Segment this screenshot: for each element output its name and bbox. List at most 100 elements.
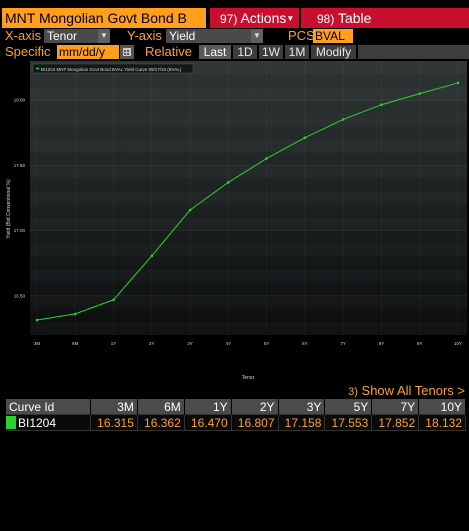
grid-band xyxy=(30,165,467,178)
pcs-label: PCS xyxy=(288,28,315,43)
grid-band xyxy=(30,139,467,152)
x-tick-label: 7Y xyxy=(340,341,346,346)
toolbar-fill xyxy=(392,8,469,28)
actions-shortcut: 97) xyxy=(220,12,238,26)
chevron-down-icon: ▼ xyxy=(251,29,263,43)
table-cell: 16.362 xyxy=(137,414,185,431)
data-point[interactable] xyxy=(418,92,422,95)
calendar-button[interactable] xyxy=(120,45,134,59)
table-label: Table xyxy=(337,10,372,26)
calendar-icon xyxy=(123,48,131,56)
modify-button[interactable]: Modify xyxy=(311,45,356,59)
chart-svg: BI1204 MNT Mongolian Govt Bond BVAL Yiel… xyxy=(3,59,469,384)
y-tick-label: 17.00 xyxy=(14,228,26,233)
range-1d-button[interactable]: 1D xyxy=(233,45,257,59)
table-cell: 16.807 xyxy=(231,414,279,431)
x-axis-label: Tenor xyxy=(242,375,255,381)
column-header[interactable]: 3Y xyxy=(278,399,326,415)
series-color-swatch xyxy=(6,415,16,429)
range-1w-button[interactable]: 1W xyxy=(259,45,283,59)
toolbar-spacer xyxy=(358,45,469,59)
data-point[interactable] xyxy=(227,181,230,184)
data-point[interactable] xyxy=(150,254,154,258)
column-header[interactable]: 3M xyxy=(90,399,138,415)
column-header[interactable]: 5Y xyxy=(324,399,373,415)
column-header[interactable]: 1Y xyxy=(184,399,232,415)
pcs-input[interactable]: BVAL xyxy=(313,29,353,43)
curve-id: BI1204 xyxy=(18,415,57,430)
column-header[interactable]: 10Y xyxy=(418,399,466,415)
data-point[interactable] xyxy=(35,318,39,322)
data-point[interactable] xyxy=(380,103,383,107)
data-point[interactable] xyxy=(303,136,307,140)
table-row[interactable]: BI1204 16.315 16.362 16.470 16.807 17.15… xyxy=(6,414,466,431)
security-title[interactable]: MNT Mongolian Govt Bond B xyxy=(2,8,206,28)
data-point[interactable] xyxy=(265,157,268,160)
y-tick-label: 16.50 xyxy=(14,293,26,298)
yaxis-value: Yield xyxy=(169,29,196,43)
table-button[interactable]: 98) Table xyxy=(301,8,392,28)
actions-label: Actions xyxy=(240,10,287,26)
data-point[interactable] xyxy=(112,298,115,302)
specific-label: Specific xyxy=(5,44,51,59)
grid-band xyxy=(30,87,467,100)
grid-band xyxy=(30,113,467,126)
grid-band xyxy=(30,191,467,204)
data-point[interactable] xyxy=(188,208,192,212)
table-shortcut: 98) xyxy=(317,12,335,26)
table-cell: 16.315 xyxy=(90,414,138,431)
x-tick-label: 3Y xyxy=(187,341,193,346)
chevron-down-icon: ▼ xyxy=(98,29,110,43)
x-tick-label: 5Y xyxy=(264,341,270,346)
relative-label: Relative xyxy=(145,44,192,59)
y-axis-label: Yield (Bid Conventional %) xyxy=(6,179,12,239)
y-tick-label: 18.00 xyxy=(14,98,26,103)
grid-band xyxy=(30,270,467,283)
show-all-tenors-link[interactable]: 3) Show All Tenors > xyxy=(348,383,465,398)
y-tick-label: 17.50 xyxy=(14,163,26,168)
x-tick-label: 2Y xyxy=(149,341,155,346)
x-tick-label: 6Y xyxy=(302,341,308,346)
xaxis-label: X-axis xyxy=(5,28,42,43)
x-tick-label: 1Y xyxy=(111,341,117,346)
x-tick-label: 9Y xyxy=(417,341,423,346)
x-tick-label: 4Y xyxy=(226,341,232,346)
column-header[interactable]: 7Y xyxy=(371,399,420,415)
grid-band xyxy=(30,218,467,231)
x-tick-label: 8Y xyxy=(379,341,385,346)
grid-band xyxy=(30,244,467,257)
table-cell: 17.852 xyxy=(371,414,420,431)
yaxis-label: Y-axis xyxy=(127,28,162,43)
data-point[interactable] xyxy=(456,81,460,85)
yield-curve-chart[interactable]: BI1204 MNT Mongolian Govt Bond BVAL Yiel… xyxy=(3,59,469,384)
xaxis-value: Tenor xyxy=(47,29,78,43)
table-cell: 18.132 xyxy=(418,414,466,431)
actions-button[interactable]: 97) Actions▼ xyxy=(210,8,299,28)
grid-band xyxy=(30,322,467,335)
x-tick-label: 10Y xyxy=(454,341,462,346)
x-tick-label: 3M xyxy=(34,341,41,346)
xaxis-select[interactable]: Tenor ▼ xyxy=(44,29,110,43)
data-point[interactable] xyxy=(341,118,345,121)
yield-table: Curve Id 3M 6M 1Y 2Y 3Y 5Y 7Y 10Y BI1204… xyxy=(6,399,466,431)
yield-curve-window: MNT Mongolian Govt Bond B 97) Actions▼ 9… xyxy=(0,0,469,531)
column-header[interactable]: 2Y xyxy=(231,399,279,415)
data-point[interactable] xyxy=(73,312,77,316)
table-cell: 16.470 xyxy=(184,414,232,431)
column-header[interactable]: 6M xyxy=(137,399,185,415)
show-all-label: Show All Tenors > xyxy=(361,383,465,398)
curve-id-cell: BI1204 xyxy=(6,414,91,431)
range-1m-button[interactable]: 1M xyxy=(285,45,309,59)
range-last-button[interactable]: Last xyxy=(199,45,231,59)
x-tick-label: 6M xyxy=(72,341,79,346)
chart-legend: BI1204 MNT Mongolian Govt Bond BVAL Yiel… xyxy=(41,67,182,72)
grid-band xyxy=(30,296,467,309)
date-input[interactable]: mm/dd/y xyxy=(57,45,119,59)
dropdown-caret-icon: ▼ xyxy=(286,14,295,23)
table-cell: 17.553 xyxy=(324,414,373,431)
show-all-shortcut: 3) xyxy=(348,386,358,398)
table-header-row: Curve Id 3M 6M 1Y 2Y 3Y 5Y 7Y 10Y xyxy=(6,399,466,415)
table-cell: 17.158 xyxy=(278,414,326,431)
column-header[interactable]: Curve Id xyxy=(6,399,91,415)
yaxis-select[interactable]: Yield ▼ xyxy=(166,29,263,43)
